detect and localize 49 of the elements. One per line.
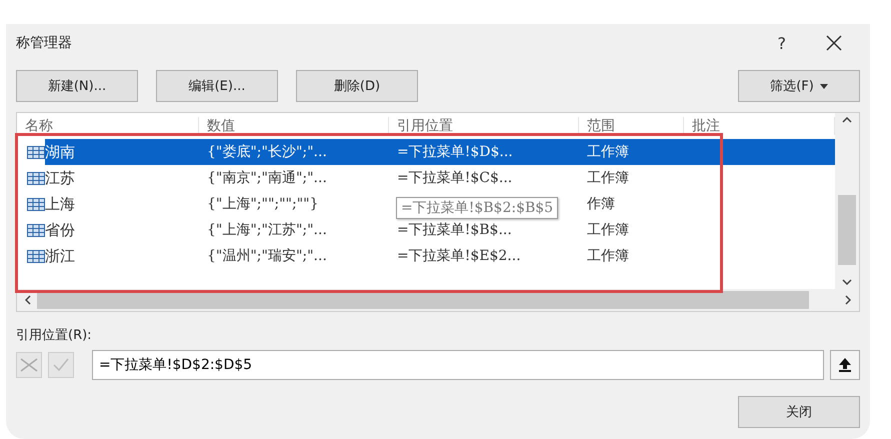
- scope-cell-text: 工作簿: [586, 221, 630, 240]
- name-cell[interactable]: 上海: [45, 191, 199, 217]
- close-button[interactable]: 关闭: [738, 396, 860, 428]
- scroll-left-icon[interactable]: [25, 295, 31, 305]
- toolbar-button[interactable]: 编辑(E)...: [156, 70, 278, 102]
- scope-cell-text: 工作簿: [586, 247, 630, 266]
- table-icon: [27, 250, 45, 262]
- help-button[interactable]: ?: [778, 34, 786, 52]
- name-cell[interactable]: 湖南: [45, 139, 199, 165]
- reference-field[interactable]: =下拉菜单!$D$2:$D$5: [92, 350, 824, 380]
- value-cell-text: {"上海";"";"";""}: [206, 195, 320, 214]
- name-cell[interactable]: 江苏: [45, 165, 199, 191]
- name-cell[interactable]: 省份: [45, 217, 199, 243]
- value-cell-text: {"南京";"南通";"...: [206, 169, 328, 188]
- scope-cell: 工作簿: [579, 139, 684, 165]
- table-icon: [27, 172, 45, 184]
- toolbar-button[interactable]: 删除(D): [296, 70, 418, 102]
- toolbar-button[interactable]: 新建(N)...: [16, 70, 138, 102]
- scope-cell-text: 作簿: [586, 195, 616, 214]
- scroll-down-icon[interactable]: [842, 279, 852, 285]
- table-icon: [27, 224, 45, 236]
- column-header[interactable]: 引用位置: [389, 117, 579, 135]
- close-icon[interactable]: [826, 35, 842, 51]
- reference-cell-text: =下拉菜单!$C$...: [396, 169, 514, 188]
- column-header[interactable]: 范围: [579, 117, 684, 135]
- column-header[interactable]: 名称: [17, 117, 199, 135]
- vertical-scrollbar[interactable]: [835, 113, 859, 289]
- window-title: 称管理器: [16, 34, 72, 52]
- scope-cell-text: 工作簿: [586, 169, 630, 188]
- value-cell-text: {"温州";"瑞安";"...: [206, 247, 328, 266]
- upload-arrow-icon: [839, 358, 851, 372]
- collapse-button[interactable]: [830, 350, 860, 380]
- caret-icon: [820, 84, 828, 88]
- scroll-right-icon[interactable]: [845, 295, 851, 305]
- filter-button[interactable]: 筛选(F): [738, 70, 860, 102]
- reference-cell-text: =下拉菜单!$B$...: [396, 221, 513, 240]
- column-header[interactable]: 数值: [199, 117, 389, 135]
- check-icon: [53, 358, 69, 372]
- field-label: 引用位置(R):: [16, 327, 93, 344]
- scroll-up-icon[interactable]: [842, 117, 852, 123]
- value-cell-text: {"上海";"江苏";"...: [206, 221, 328, 240]
- tooltip: =下拉菜单!$B$2:$B$5: [396, 197, 558, 219]
- value-cell: {"娄底";"长沙";"...: [199, 139, 389, 165]
- name-cell[interactable]: 浙江: [45, 243, 199, 269]
- table-icon: [27, 198, 45, 210]
- table-icon: [27, 146, 45, 158]
- reference-cell-text: =下拉菜单!$E$2...: [396, 247, 522, 266]
- reference-cell: =下拉菜单!$D$...: [389, 139, 579, 165]
- cross-icon: [20, 358, 38, 372]
